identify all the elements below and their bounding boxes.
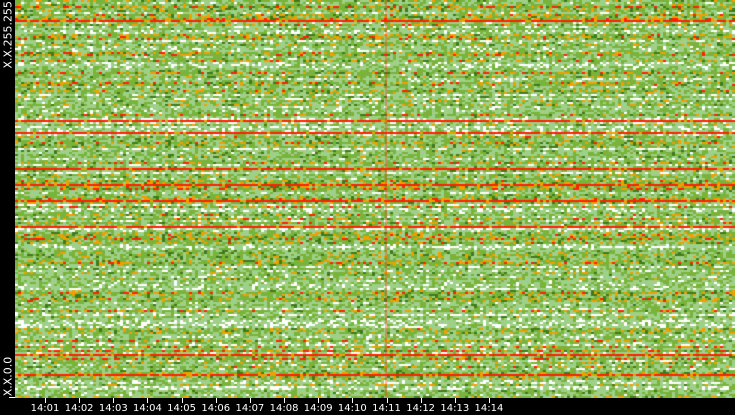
x-tick-label: 14:10	[337, 403, 367, 414]
x-tick-label: 14:12	[406, 403, 436, 414]
x-tick-label: 14:08	[269, 403, 299, 414]
x-tick-label: 14:03	[98, 403, 128, 414]
x-tick-label: 14:11	[372, 403, 401, 414]
x-tick-label: 14:06	[201, 403, 231, 414]
x-axis: 14:01 14:02 14:03 14:04 14:05 14:06 14:07 14:08…	[15, 398, 735, 415]
x-tick-label: 14:02	[64, 403, 94, 414]
x-tick-label: 14:09	[303, 403, 333, 414]
x-tick-label: 14:13	[440, 403, 470, 414]
y-label-top: X.X.255.255	[1, 0, 15, 69]
x-tick-label: 14:04	[133, 403, 162, 414]
x-tick-label: 14:14	[474, 403, 504, 414]
x-tick-label: 14:05	[167, 403, 197, 414]
y-label-bottom: X.X.0.0	[1, 356, 15, 397]
heatmap-plot	[15, 0, 735, 398]
x-tick-label: 14:01	[30, 403, 60, 414]
x-tick-label: 14:07	[235, 403, 265, 414]
